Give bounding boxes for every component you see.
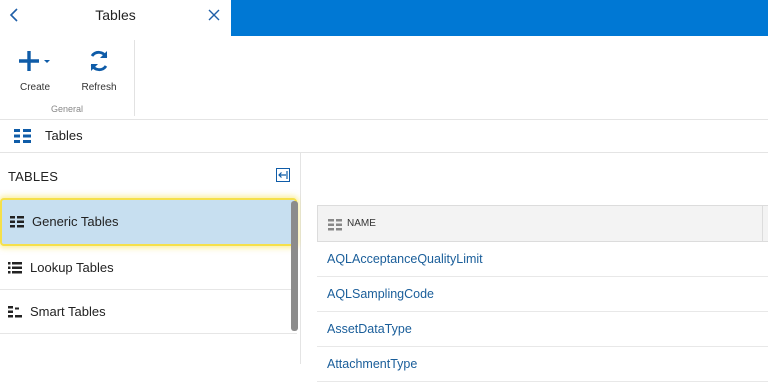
table-name-link[interactable]: AttachmentType <box>327 357 417 371</box>
refresh-button[interactable]: Refresh <box>69 42 129 96</box>
collapse-panel-button[interactable] <box>276 168 290 182</box>
panel-title: Tables <box>95 7 136 23</box>
create-button[interactable]: Create <box>5 42 65 96</box>
breadcrumb: Tables <box>0 120 768 153</box>
nav-item-smart-tables[interactable]: Smart Tables <box>0 290 297 334</box>
grid-column-header-name[interactable]: NAME <box>317 205 768 242</box>
table-row[interactable]: AssetDataType <box>317 312 768 347</box>
tables-nav-panel: TABLES Generic Tables Lookup Tables Smar… <box>0 153 301 364</box>
refresh-label: Refresh <box>81 82 117 93</box>
close-icon <box>208 9 220 21</box>
nav-item-lookup-tables[interactable]: Lookup Tables <box>0 246 297 290</box>
panel-header: Tables <box>0 0 231 36</box>
generic-table-icon <box>10 215 24 233</box>
title-bar: Tables <box>0 0 768 36</box>
collapse-left-icon <box>276 168 290 182</box>
nav-panel-title: TABLES <box>8 169 59 184</box>
table-row[interactable]: AQLSamplingCode <box>317 277 768 312</box>
tables-grid-panel: NAME AQLAcceptanceQualityLimit AQLSampli… <box>301 153 768 382</box>
nav-item-label: Generic Tables <box>32 214 119 229</box>
plus-icon <box>19 51 50 71</box>
table-row[interactable]: AttachmentType <box>317 347 768 382</box>
close-button[interactable] <box>206 7 222 23</box>
grid-column-header-label: NAME <box>347 218 376 229</box>
nav-scrollbar[interactable] <box>291 201 298 331</box>
nav-item-label: Smart Tables <box>30 304 106 319</box>
ribbon-group-label: General <box>50 104 84 114</box>
refresh-icon <box>90 50 108 72</box>
lookup-list-icon <box>8 261 22 279</box>
table-name-link[interactable]: AQLSamplingCode <box>327 287 434 301</box>
breadcrumb-label[interactable]: Tables <box>45 128 83 143</box>
nav-item-generic-tables[interactable]: Generic Tables <box>0 198 297 246</box>
nav-item-label: Lookup Tables <box>30 260 114 275</box>
table-row[interactable]: AQLAcceptanceQualityLimit <box>317 242 768 277</box>
ribbon-toolbar: Create Refresh General <box>0 36 768 120</box>
column-divider <box>762 206 763 242</box>
ribbon-group-divider <box>134 40 135 116</box>
create-label: Create <box>19 82 50 93</box>
table-grid-icon <box>14 129 31 148</box>
column-grid-icon <box>328 218 342 236</box>
table-name-link[interactable]: AQLAcceptanceQualityLimit <box>327 252 483 266</box>
app-header-bar <box>231 0 768 36</box>
smart-table-icon <box>8 305 22 323</box>
table-name-link[interactable]: AssetDataType <box>327 322 412 336</box>
